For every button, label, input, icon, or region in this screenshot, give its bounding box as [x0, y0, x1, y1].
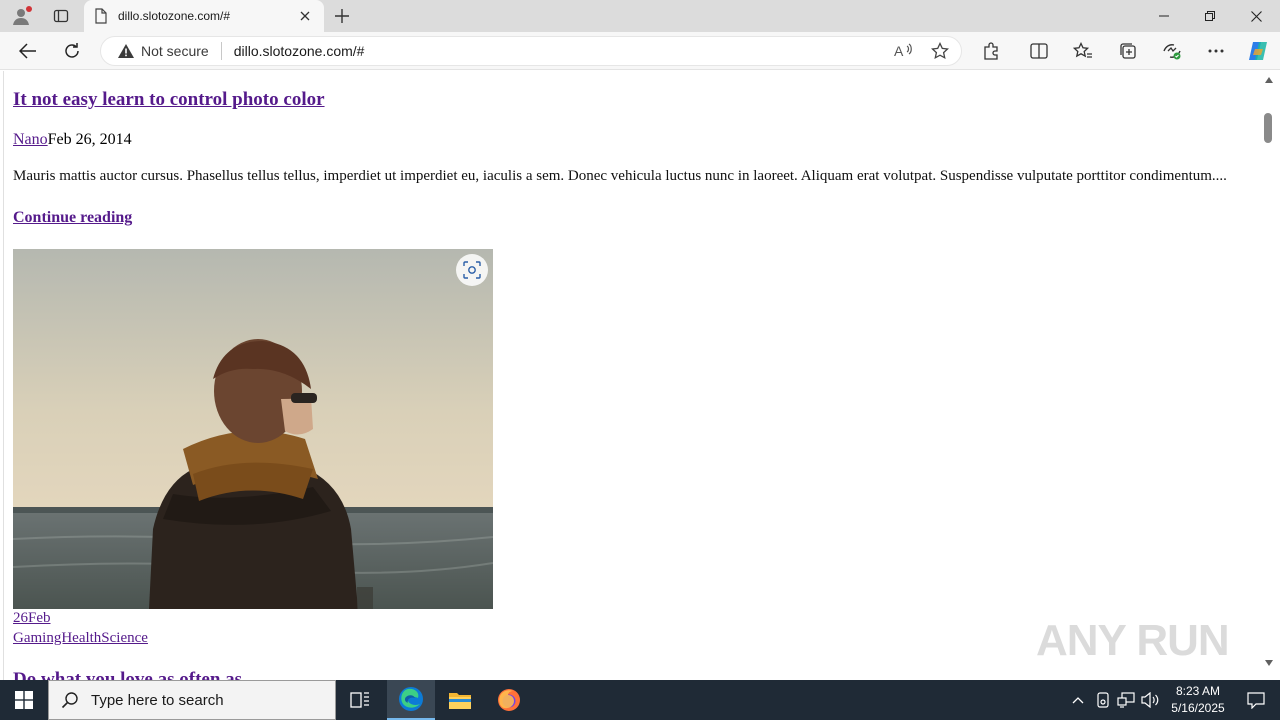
clock-time: 8:23 AM	[1175, 684, 1221, 698]
close-window-button[interactable]	[1233, 0, 1279, 32]
watermark-text: ANY RUN	[1036, 616, 1230, 665]
clock-date: 5/16/2025	[1171, 701, 1225, 715]
collections-button[interactable]	[1112, 36, 1144, 66]
split-screen-icon	[1030, 43, 1048, 59]
post-meta: NanoFeb 26, 2014	[13, 131, 132, 149]
security-status[interactable]: Not secure	[141, 43, 209, 59]
scroll-down-arrow[interactable]	[1265, 660, 1273, 666]
taskbar-firefox[interactable]	[485, 680, 533, 720]
plus-icon	[335, 9, 349, 23]
search-placeholder: Type here to search	[91, 691, 224, 709]
close-icon	[300, 11, 310, 21]
performance-icon	[1163, 44, 1181, 60]
edge-icon	[399, 687, 423, 711]
scroll-up-arrow[interactable]	[1265, 77, 1273, 83]
post-title-link[interactable]: It not easy learn to control photo color	[13, 89, 325, 111]
author-link[interactable]: Nano	[13, 131, 48, 148]
read-aloud-icon: A	[894, 43, 912, 59]
favorite-star-icon	[931, 42, 949, 60]
page-viewport: It not easy learn to control photo color…	[3, 71, 1261, 680]
favorite-button[interactable]	[925, 39, 955, 63]
tab-actions-button[interactable]	[46, 4, 76, 28]
more-icon	[1208, 49, 1224, 53]
post-date-link[interactable]: 26Feb	[13, 610, 51, 627]
show-hidden-icons-button[interactable]	[1068, 690, 1088, 710]
split-screen-button[interactable]	[1023, 36, 1055, 66]
tab-actions-icon	[53, 9, 69, 23]
task-view-button[interactable]	[336, 680, 384, 720]
volume-icon	[1141, 692, 1159, 708]
back-button[interactable]	[12, 36, 44, 66]
warning-icon[interactable]	[117, 42, 135, 60]
network-icon	[1117, 692, 1135, 708]
continue-reading-link[interactable]: Continue reading	[13, 209, 132, 227]
svg-text:A: A	[894, 43, 904, 59]
read-aloud-button[interactable]: A	[889, 39, 919, 63]
firefox-icon	[498, 689, 520, 711]
url-text[interactable]: dillo.slotozone.com/#	[234, 43, 889, 59]
windows-start-icon	[15, 691, 33, 709]
copilot-button[interactable]	[1242, 36, 1274, 66]
notification-icon	[1247, 692, 1265, 709]
visual-search-icon	[463, 261, 481, 279]
collections-icon	[1120, 43, 1136, 59]
network-button[interactable]	[1116, 690, 1136, 710]
profile-button[interactable]	[6, 4, 36, 28]
post-excerpt: Mauris mattis auctor cursus. Phasellus t…	[13, 168, 1227, 184]
browser-toolbar: Not secure dillo.slotozone.com/# A	[0, 32, 1280, 70]
restore-button[interactable]	[1187, 0, 1233, 32]
category-links[interactable]: GamingHealthScience	[13, 630, 148, 647]
taskbar-clock[interactable]: 8:23 AM 5/16/2025	[1162, 683, 1234, 717]
extensions-button[interactable]	[975, 36, 1007, 66]
tab-close-button[interactable]	[296, 7, 314, 25]
anyrun-watermark: ANY RUN	[1036, 608, 1236, 674]
start-button[interactable]	[0, 680, 48, 720]
browser-tab[interactable]: dillo.slotozone.com/#	[84, 0, 324, 32]
restore-icon	[1205, 11, 1215, 21]
page-scrollbar[interactable]	[1261, 71, 1277, 680]
taskbar-file-explorer[interactable]	[436, 680, 484, 720]
performance-button[interactable]	[1156, 36, 1188, 66]
address-separator	[220, 42, 222, 60]
scroll-thumb[interactable]	[1264, 113, 1272, 143]
minimize-icon	[1159, 15, 1169, 17]
favorites-button[interactable]	[1067, 36, 1099, 66]
copilot-icon	[1249, 42, 1267, 60]
profile-notification-dot	[26, 6, 32, 12]
new-tab-button[interactable]	[330, 4, 354, 28]
address-bar[interactable]: Not secure dillo.slotozone.com/# A	[100, 36, 962, 66]
device-icon	[1097, 692, 1109, 708]
chevron-up-icon	[1072, 697, 1084, 704]
close-icon	[1250, 10, 1262, 22]
visual-search-button[interactable]	[456, 254, 488, 286]
refresh-icon	[65, 43, 79, 58]
page-icon	[95, 8, 107, 24]
refresh-button[interactable]	[56, 36, 88, 66]
minimize-button[interactable]	[1141, 0, 1187, 32]
task-view-icon	[350, 692, 369, 708]
extensions-icon	[984, 42, 998, 60]
taskbar-edge[interactable]	[387, 680, 435, 720]
title-bar: dillo.slotozone.com/#	[0, 0, 1280, 32]
next-post-title-link[interactable]: Do what you love as often as ...	[13, 669, 261, 680]
windows-taskbar: Type here to search 8:23 AM 5/16/2025	[0, 680, 1280, 720]
settings-more-button[interactable]	[1200, 36, 1232, 66]
taskbar-search-box[interactable]: Type here to search	[48, 680, 336, 720]
action-center-button[interactable]	[1236, 680, 1276, 720]
back-icon	[19, 43, 36, 59]
post-image[interactable]	[13, 249, 493, 609]
post-date: Feb 26, 2014	[47, 131, 132, 148]
tab-title: dillo.slotozone.com/#	[118, 9, 231, 23]
file-explorer-icon	[449, 693, 471, 709]
tray-device-icon[interactable]	[1093, 690, 1113, 710]
search-icon	[61, 692, 78, 709]
volume-button[interactable]	[1140, 690, 1160, 710]
favorites-icon	[1073, 42, 1092, 58]
